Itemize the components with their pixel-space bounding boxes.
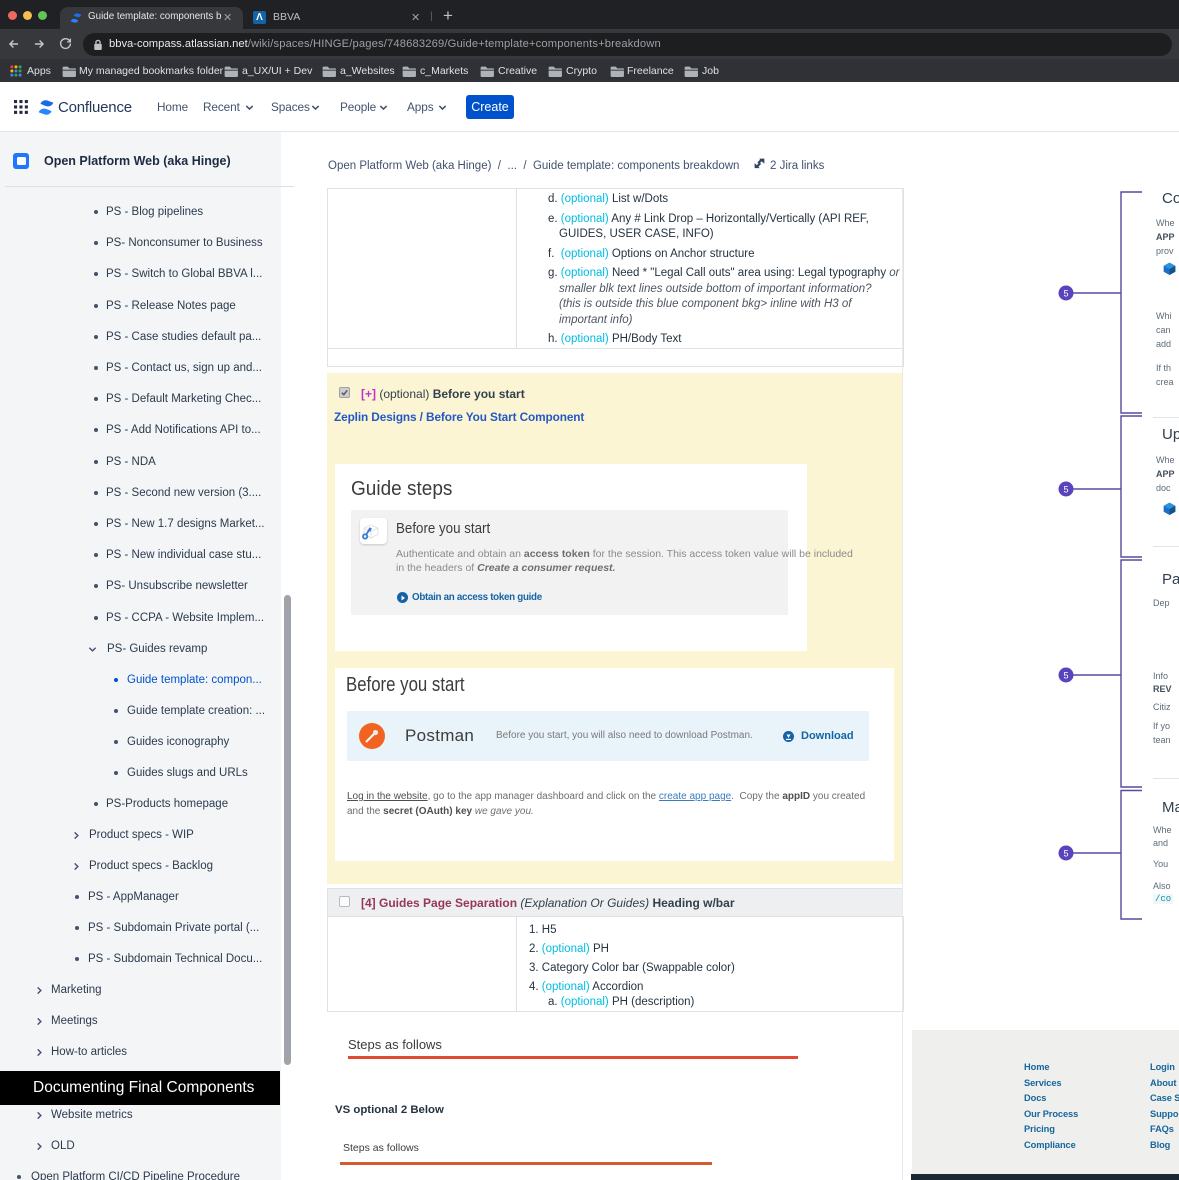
svg-text:5: 5 (1063, 849, 1068, 859)
svg-text:5: 5 (1063, 485, 1068, 495)
svg-text:5: 5 (1063, 289, 1068, 299)
svg-text:5: 5 (1063, 671, 1068, 681)
